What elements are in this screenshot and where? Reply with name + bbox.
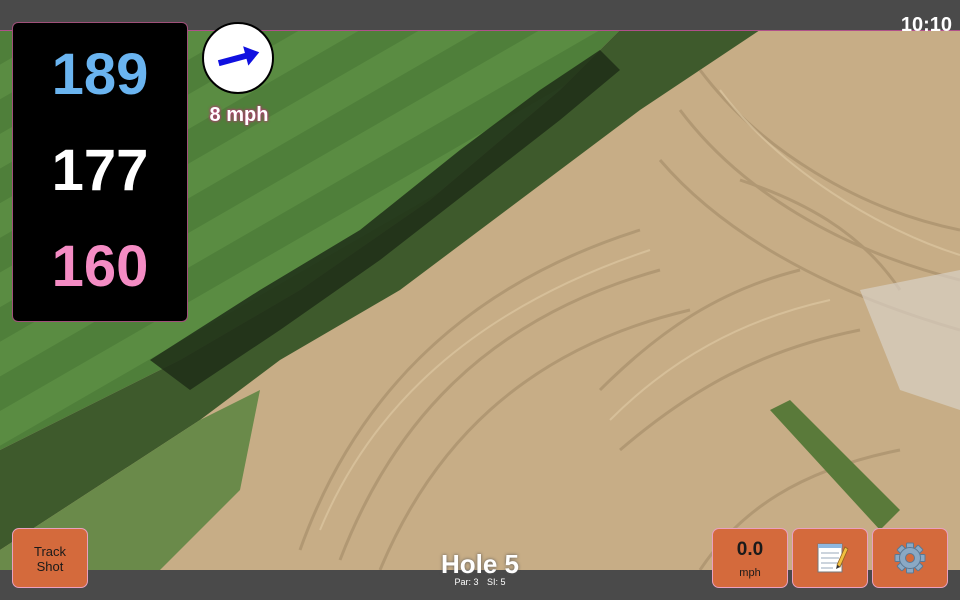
wind-indicator[interactable] (202, 22, 274, 94)
notepad-icon (817, 543, 849, 573)
clock: 10:10 (900, 14, 952, 36)
gear-icon (894, 542, 926, 574)
distance-panel[interactable]: 189 177 160 (12, 22, 188, 322)
settings-button[interactable] (872, 528, 948, 588)
speed-value: 0.0 (736, 539, 764, 560)
track-shot-button[interactable]: Track Shot (12, 528, 88, 588)
track-shot-label-line2: Shot (36, 559, 64, 574)
distance-back: 189 (51, 42, 149, 107)
hole-stroke-index: SI: 5 (487, 577, 506, 587)
hole-info: Par: 3 SI: 5 (380, 577, 580, 587)
wind-speed: 8 mph (209, 104, 269, 126)
distance-center: 177 (51, 138, 149, 203)
wind-arrow-icon (217, 46, 260, 67)
speed-button[interactable]: 0.0 mph (712, 528, 788, 588)
speed-unit: mph (739, 567, 761, 579)
golf-gps-screen: 10:10 189 177 160 8 mph Track Shot Hole … (0, 0, 960, 600)
hole-par: Par: 3 (454, 577, 479, 587)
hole-title: Hole 5 (440, 549, 520, 579)
notes-button[interactable] (792, 528, 868, 588)
track-shot-label-line1: Track (33, 544, 67, 559)
distance-front: 160 (51, 234, 149, 299)
